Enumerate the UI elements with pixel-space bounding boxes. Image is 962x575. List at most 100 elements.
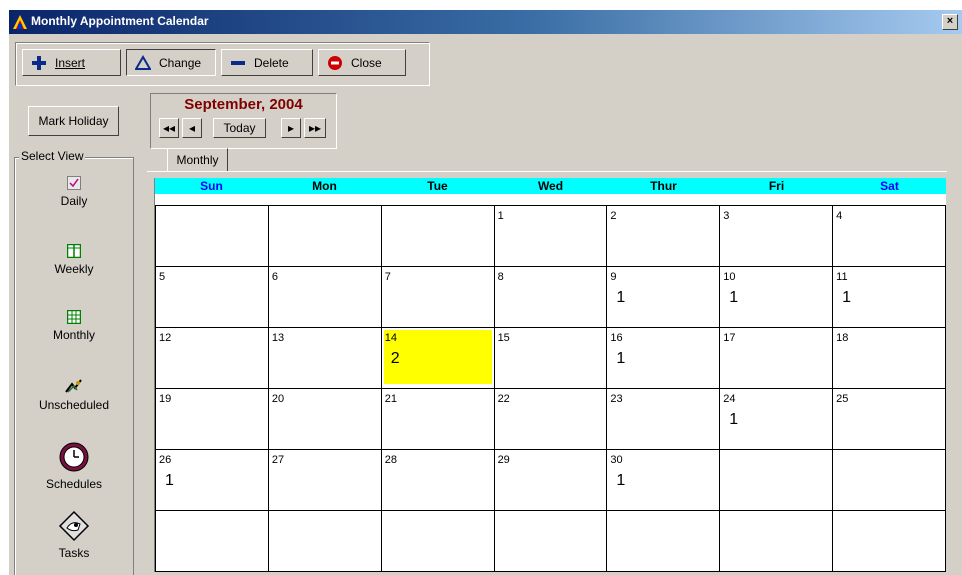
day-cell[interactable]: 23	[607, 389, 721, 450]
day-cell[interactable]	[833, 511, 946, 572]
day-number: 29	[497, 454, 510, 466]
day-cell[interactable]: 6	[268, 267, 382, 328]
stop-icon	[328, 55, 342, 70]
change-label: Change	[159, 55, 202, 70]
day-cell[interactable]	[156, 511, 269, 572]
select-view-label: Select View	[19, 149, 86, 163]
day-cell[interactable]: 2	[607, 206, 721, 267]
day-cell[interactable]: 18	[833, 328, 946, 389]
view-daily[interactable]: Daily	[24, 176, 124, 208]
day-number: 3	[723, 210, 730, 222]
view-tasks-label: Tasks	[58, 546, 90, 560]
view-weekly[interactable]: Weekly	[24, 244, 124, 276]
day-cell[interactable]: 8	[494, 267, 608, 328]
close-button[interactable]: Close	[318, 49, 406, 76]
day-cell[interactable]: 4	[833, 206, 946, 267]
day-cell[interactable]: 10 1	[720, 267, 834, 328]
next-month-button[interactable]: ▸	[281, 118, 301, 138]
day-cell[interactable]: 22	[494, 389, 608, 450]
day-cell[interactable]	[381, 206, 495, 267]
appointment-count: 1	[616, 350, 626, 367]
day-number: 1	[497, 210, 504, 222]
day-cell[interactable]	[494, 511, 608, 572]
day-number: 10	[723, 271, 736, 283]
day-cell[interactable]	[720, 511, 834, 572]
day-cell[interactable]: 15	[494, 328, 608, 389]
appointment-count: 1	[616, 472, 626, 489]
day-cell[interactable]: 19	[156, 389, 269, 450]
day-number: 17	[723, 332, 736, 344]
tasks-icon	[58, 510, 90, 542]
window-close-button[interactable]: ×	[942, 14, 958, 30]
day-cell[interactable]	[833, 450, 946, 511]
triangle-icon	[135, 54, 151, 70]
day-cell[interactable]	[381, 511, 495, 572]
mark-holiday-button[interactable]: Mark Holiday	[28, 106, 119, 136]
view-monthly[interactable]: Monthly	[24, 310, 124, 342]
unscheduled-icon	[65, 379, 82, 393]
appointment-count: 1	[729, 411, 739, 428]
day-cell[interactable]: 13	[268, 328, 382, 389]
day-cell[interactable]: 3	[720, 206, 834, 267]
day-cell[interactable]: 28	[381, 450, 495, 511]
minus-icon	[231, 60, 245, 65]
today-button[interactable]: Today	[213, 118, 266, 138]
day-number: 18	[836, 332, 849, 344]
day-cell[interactable]: 24 1	[720, 389, 834, 450]
day-cell[interactable]: 91	[607, 267, 721, 328]
view-schedules[interactable]: Schedules	[24, 441, 124, 491]
day-cell[interactable]	[720, 450, 834, 511]
day-number: 6	[271, 271, 278, 283]
day-cell[interactable]: 12	[156, 328, 269, 389]
day-cell[interactable]	[607, 511, 721, 572]
day-cell[interactable]	[268, 511, 382, 572]
plus-icon	[32, 55, 46, 70]
day-number: 30	[610, 454, 623, 466]
day-cell[interactable]: 20	[268, 389, 382, 450]
day-number: 5	[159, 271, 166, 283]
calendar-grid: 1 2 3 4 5 6 7 8 9 1 10 1 11 1 12 13 14 2 15 16 1 17 18 19 20 21 22…	[155, 205, 946, 572]
view-weekly-label: Weekly	[54, 262, 94, 276]
title-bar[interactable]: Monthly Appointment Calendar ×	[9, 10, 962, 34]
insert-label: Insert	[55, 55, 86, 70]
appointment-count: 2	[390, 350, 400, 367]
day-number: 9	[610, 271, 617, 283]
day-cell[interactable]: 21	[381, 389, 495, 450]
appointment-count: 1	[842, 289, 852, 306]
day-header-sun: Sun	[200, 179, 223, 193]
day-cell[interactable]: 27	[268, 450, 382, 511]
first-month-button[interactable]: ◂◂	[159, 118, 179, 138]
day-number: 19	[159, 393, 172, 405]
day-cell[interactable]: 29	[494, 450, 608, 511]
delete-label: Delete	[254, 55, 289, 70]
day-cell[interactable]: 30 1	[607, 450, 721, 511]
day-cell[interactable]: 25	[833, 389, 946, 450]
day-cell[interactable]: 16 1	[607, 328, 721, 389]
day-cell[interactable]: 5	[156, 267, 269, 328]
month-calendar: Sun Mon Tue Wed Thur Fri Sat 12345678911…	[154, 178, 946, 572]
day-cell[interactable]: 1	[494, 206, 608, 267]
day-cell[interactable]: 11 1	[833, 267, 946, 328]
day-cell[interactable]	[156, 206, 269, 267]
insert-button[interactable]: Insert	[22, 49, 121, 76]
day-number: 28	[384, 454, 397, 466]
day-cell[interactable]: 17	[720, 328, 834, 389]
day-number: 4	[836, 210, 843, 222]
last-month-button[interactable]: ▸▸	[304, 118, 326, 138]
day-number: 7	[384, 271, 391, 283]
daily-icon	[67, 176, 81, 190]
prev-month-button[interactable]: ◂	[182, 118, 202, 138]
day-cell[interactable]: 7	[381, 267, 495, 328]
day-number: 13	[271, 332, 285, 344]
day-number: 16	[610, 332, 623, 344]
change-button[interactable]: Change	[126, 49, 216, 76]
view-unscheduled[interactable]: Unscheduled	[24, 378, 124, 412]
day-cell[interactable]: 14 2	[381, 328, 495, 389]
delete-button[interactable]: Delete	[221, 49, 313, 76]
view-tasks[interactable]: Tasks	[24, 510, 124, 560]
day-number: 8	[497, 271, 504, 283]
tab-monthly[interactable]: Monthly	[167, 148, 228, 172]
day-cell[interactable]: 26 1	[156, 450, 269, 511]
app-icon	[13, 15, 27, 29]
day-cell[interactable]	[268, 206, 382, 267]
